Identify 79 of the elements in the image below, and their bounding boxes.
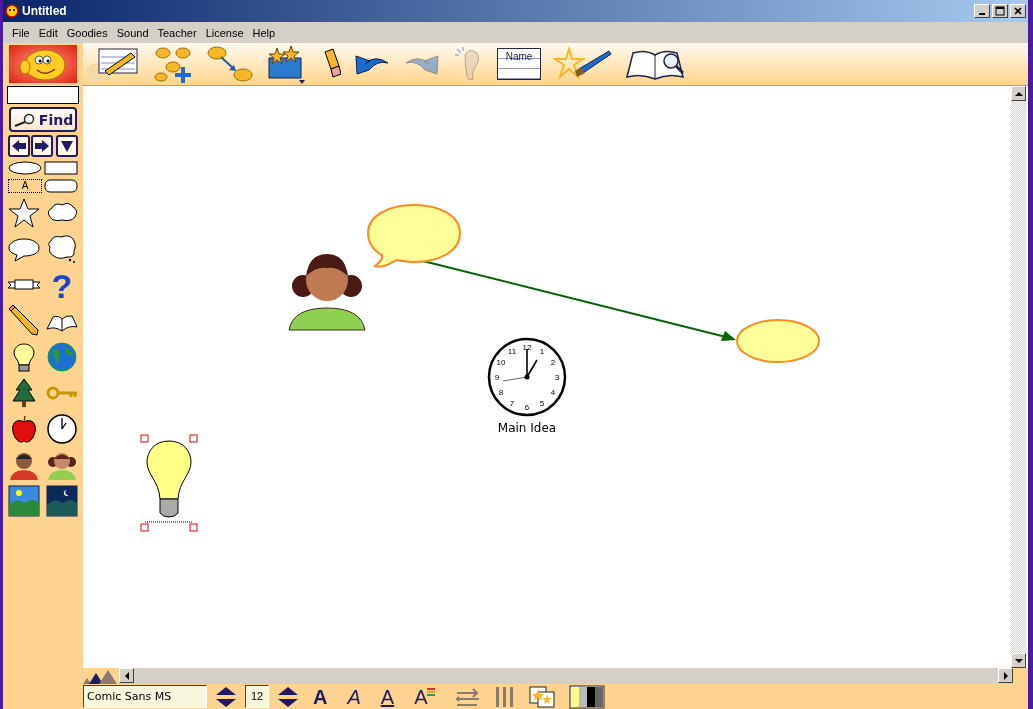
forward-button[interactable] (31, 135, 53, 157)
color-swatches-icon[interactable] (569, 684, 606, 709)
column-bars-icon[interactable] (495, 686, 516, 707)
rectangle-shape-tool[interactable] (44, 161, 78, 175)
zoom-mountains-icon[interactable] (83, 668, 119, 684)
star-brush-icon (553, 45, 613, 83)
clock-face-drawing[interactable] (487, 337, 567, 417)
menu-item[interactable]: License (202, 26, 250, 39)
menu-item[interactable]: Help (249, 26, 282, 39)
search-icon (12, 112, 37, 127)
night-landscape-tool[interactable] (45, 485, 79, 517)
globe-tool[interactable] (45, 341, 79, 373)
clock-numeral: 12 (522, 343, 532, 352)
font-size-field[interactable]: 12 (245, 685, 269, 708)
window-title: Untitled (22, 4, 68, 18)
back-button[interactable] (8, 135, 30, 157)
symbols-tool-button[interactable] (265, 44, 307, 84)
minimize-icon (979, 13, 985, 15)
right-arrow-icon (34, 139, 50, 153)
scroll-right-icon[interactable] (1001, 671, 1010, 680)
star-tool[interactable] (7, 197, 41, 229)
lightbulb-drawing[interactable] (146, 440, 192, 518)
app-logo-icon (5, 4, 19, 18)
clock-numeral: 7 (509, 399, 515, 408)
thought-bubble-tool[interactable] (45, 233, 79, 265)
link-arrow-icon (207, 45, 253, 83)
search-field[interactable] (7, 86, 79, 104)
menu-item[interactable]: File (9, 26, 36, 39)
vertical-scrollbar[interactable] (1011, 86, 1026, 668)
text-box-tool[interactable]: A (8, 179, 42, 193)
color-style-button[interactable]: A (408, 684, 442, 709)
scroll-down-icon[interactable] (1014, 656, 1023, 665)
clock-numeral: 8 (498, 388, 504, 397)
clock-numeral: 10 (496, 358, 506, 367)
star-pictures-icon[interactable] (529, 685, 556, 708)
swap-arrows-icon[interactable] (455, 686, 482, 707)
minimize-button[interactable] (974, 4, 990, 18)
question-mark-tool[interactable]: ? (45, 269, 79, 301)
link-tool-button[interactable] (207, 44, 253, 84)
maximize-icon (995, 6, 1005, 16)
down-triangle-icon (60, 139, 74, 153)
color-stripes-icon (427, 687, 436, 696)
close-icon (1013, 6, 1023, 16)
menu-item[interactable]: Sound (113, 26, 155, 39)
underline-style-button[interactable]: A (374, 684, 401, 709)
font-name-field[interactable]: Comic Sans MS (83, 685, 207, 708)
clock-tool[interactable] (45, 413, 79, 445)
maximize-button[interactable] (992, 4, 1008, 18)
rounded-rectangle-tool[interactable] (44, 179, 78, 193)
bold-style-button[interactable]: A (307, 684, 334, 709)
oval-shape-tool[interactable] (8, 161, 42, 175)
left-arrow-icon (11, 139, 27, 153)
dropdown-button[interactable] (56, 135, 78, 157)
menu-item[interactable]: Goodies (63, 26, 114, 39)
clock-numeral: 1 (539, 347, 545, 356)
close-button[interactable] (1010, 4, 1026, 18)
find-button[interactable]: Find (9, 107, 77, 132)
menu-item[interactable]: Edit (35, 26, 64, 39)
star-box-icon (265, 44, 307, 84)
day-landscape-tool[interactable] (7, 485, 41, 517)
size-spinner-icon[interactable] (277, 684, 299, 709)
clock-numeral: 3 (554, 373, 560, 382)
clock-numeral: 2 (550, 358, 556, 367)
font-spinner-icon[interactable] (215, 684, 237, 709)
clock-numeral: 4 (550, 388, 556, 397)
menu-item[interactable]: Teacher (154, 26, 203, 39)
italic-style-button[interactable]: A (341, 684, 367, 709)
pencil-tool[interactable] (7, 305, 41, 337)
scroll-up-icon[interactable] (1014, 89, 1023, 98)
pencil-note-icon (85, 45, 141, 83)
person-silhouette[interactable] (288, 254, 366, 331)
clock-numeral: 6 (524, 403, 530, 412)
clock-numeral: 11 (507, 347, 517, 356)
clock-numeral: 5 (539, 399, 545, 408)
oval-node[interactable] (736, 319, 820, 363)
node-label: Main Idea (497, 421, 557, 435)
clock-numeral: 9 (494, 373, 500, 382)
horizontal-scrollbar[interactable] (119, 668, 1013, 684)
selection-handles[interactable] (140, 434, 198, 532)
